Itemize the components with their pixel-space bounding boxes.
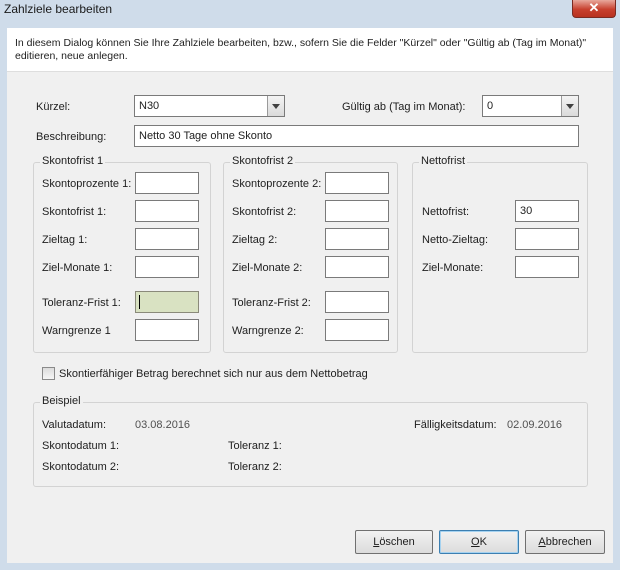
zieltag-1-input[interactable] [135,228,199,250]
faelligkeitsdatum-label: Fälligkeitsdatum: [414,419,497,431]
ok-button[interactable]: OK [439,530,519,554]
ziel-monate-label: Ziel-Monate: [422,262,484,274]
zieltag-2-input[interactable] [325,228,389,250]
ziel-monate-2-label: Ziel-Monate 2: [232,262,303,274]
kuerzel-value: N30 [139,100,160,112]
kuerzel-label: Kürzel: [36,101,71,113]
beschreibung-label: Beschreibung: [36,131,107,143]
skontofrist-2-input[interactable] [325,200,389,222]
info-panel: In diesem Dialog können Sie Ihre Zahlzie… [7,28,613,72]
skontodatum-2-label: Skontodatum 2: [42,461,120,473]
toleranz-1-label: Toleranz 1: [228,440,282,452]
skontodatum-1-label: Skontodatum 1: [42,440,120,452]
skontoprozente-1-input[interactable] [135,172,199,194]
close-button[interactable]: ✕ [572,0,616,18]
toleranz-frist-2-input[interactable] [325,291,389,313]
dialog-body: In diesem Dialog können Sie Ihre Zahlzie… [7,28,613,563]
loeschen-label: öschen [379,536,415,548]
faelligkeitsdatum-value: 02.09.2016 [507,419,563,431]
kuerzel-dropdown-icon[interactable] [267,96,284,116]
abbrechen-button[interactable]: Abbrechen [525,530,605,554]
toleranz-frist-2-label: Toleranz-Frist 2: [232,297,311,309]
skontofrist-1-label: Skontofrist 1: [42,206,107,218]
gueltig-ab-value: 0 [487,100,494,112]
toleranz-frist-1-input[interactable] [135,291,199,313]
skontofrist-1-input[interactable] [135,200,199,222]
window-title: Zahlziele bearbeiten [4,2,113,16]
close-icon: ✕ [588,0,600,15]
skontofrist-1-title: Skontofrist 1 [40,155,106,167]
gueltig-ab-label: Gültig ab (Tag im Monat): [342,101,466,113]
abbrechen-mnemonic: A [538,536,546,548]
ziel-monate-input[interactable] [515,256,579,278]
netto-zieltag-input[interactable] [515,228,579,250]
skontoprozente-2-input[interactable] [325,172,389,194]
ziel-monate-2-input[interactable] [325,256,389,278]
abbrechen-label: bbrechen [545,536,592,548]
nettofrist-label: Nettofrist: [422,206,470,218]
skontoprozente-1-label: Skontoprozente 1: [42,178,132,190]
warngrenze-1-input[interactable] [135,319,199,341]
zieltag-2-label: Zieltag 2: [232,234,278,246]
toleranz-frist-1-label: Toleranz-Frist 1: [42,297,121,309]
warngrenze-1-label: Warngrenze 1 [42,325,111,337]
nettofrist-title: Nettofrist [419,155,468,167]
kuerzel-combobox[interactable]: N30 [134,95,285,117]
netto-zieltag-label: Netto-Zieltag: [422,234,489,246]
ziel-monate-1-label: Ziel-Monate 1: [42,262,113,274]
title-bar[interactable]: Zahlziele bearbeiten ✕ [0,0,620,20]
gueltig-ab-dropdown-icon[interactable] [561,96,578,116]
valutadatum-value: 03.08.2016 [135,419,191,431]
nettobetrag-checkbox-label[interactable]: Skontierfähiger Betrag berechnet sich nu… [59,368,368,380]
beschreibung-input[interactable]: Netto 30 Tage ohne Skonto [134,125,579,147]
loeschen-button[interactable]: Löschen [355,530,433,554]
toleranz-2-label: Toleranz 2: [228,461,282,473]
skontofrist-2-label: Skontofrist 2: [232,206,297,218]
beispiel-title: Beispiel [40,395,83,407]
nettofrist-input[interactable]: 30 [515,200,579,222]
skontofrist-2-title: Skontofrist 2 [230,155,296,167]
ziel-monate-1-input[interactable] [135,256,199,278]
info-text: In diesem Dialog können Sie Ihre Zahlzie… [15,37,587,62]
zieltag-1-label: Zieltag 1: [42,234,88,246]
valutadatum-label: Valutadatum: [42,419,107,431]
warngrenze-2-input[interactable] [325,319,389,341]
dialog-window: Zahlziele bearbeiten ✕ In diesem Dialog … [0,0,620,570]
ok-mnemonic: O [471,536,480,548]
skontoprozente-2-label: Skontoprozente 2: [232,178,322,190]
gueltig-ab-combobox[interactable]: 0 [482,95,579,117]
ok-label: K [479,536,487,548]
nettobetrag-checkbox[interactable] [42,367,55,380]
warngrenze-2-label: Warngrenze 2: [232,325,304,337]
text-caret [139,295,140,309]
